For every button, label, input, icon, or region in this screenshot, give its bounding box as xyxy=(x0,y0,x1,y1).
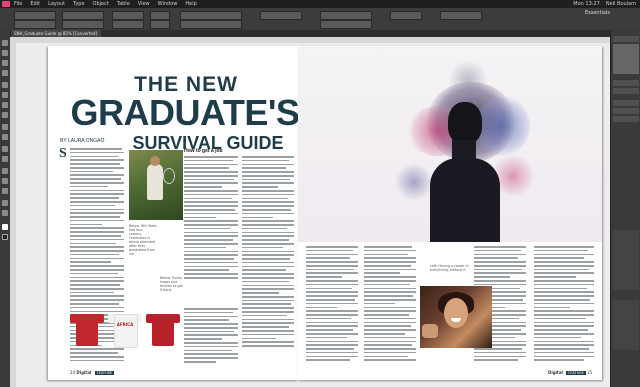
figure-body-shape xyxy=(430,158,500,242)
menu-status: Mon 13:27 Neil Boulam xyxy=(573,0,640,8)
photo-caption-2: Below: Trains, hoops and fashion to get … xyxy=(160,276,183,292)
page-number-left: 24 xyxy=(70,370,76,375)
racket-shape xyxy=(163,168,175,184)
line-tool-icon[interactable] xyxy=(2,92,8,98)
links-panel-tab[interactable] xyxy=(613,88,639,94)
pages-panel-tab[interactable] xyxy=(613,36,639,42)
control-bar: Essentials xyxy=(0,8,640,31)
width-field[interactable] xyxy=(62,11,104,20)
document-tab-bar: SNH_Graduate Guide @ 85% [Converted] xyxy=(10,30,610,37)
photo-caption-3: Left: Having a career in everything, wit… xyxy=(430,264,469,272)
height-field[interactable] xyxy=(62,20,104,29)
user-name[interactable]: Neil Boulam xyxy=(606,0,636,8)
pen-tool-icon[interactable] xyxy=(2,102,8,108)
menu-window[interactable]: Window xyxy=(158,0,178,8)
text-wrap-button[interactable] xyxy=(440,11,482,20)
gap-tool-icon[interactable] xyxy=(2,70,8,76)
menu-object[interactable]: Object xyxy=(93,0,109,8)
magazine-name-right: Digital xyxy=(548,370,563,375)
byline: BY LAURA ONGAO xyxy=(60,138,105,144)
rotate-field[interactable] xyxy=(150,11,170,20)
rectangle-frame-tool-icon[interactable] xyxy=(2,124,8,130)
frame-fitting-button[interactable] xyxy=(390,11,422,20)
menu-help[interactable]: Help xyxy=(185,0,196,8)
selection-tool-icon[interactable] xyxy=(2,40,8,46)
paragraph-styles-panel[interactable] xyxy=(613,230,639,290)
indesign-app-icon[interactable] xyxy=(2,1,10,7)
section-subhead: How to get a job xyxy=(184,148,223,154)
note-tool-icon[interactable] xyxy=(2,178,8,184)
hand-tool-icon[interactable] xyxy=(2,200,8,206)
type-tool-icon[interactable] xyxy=(2,82,8,88)
document-tab[interactable]: SNH_Graduate Guide @ 85% [Converted] xyxy=(10,30,101,37)
tshirt-photo-2[interactable]: AFRICA xyxy=(108,308,142,348)
page-number-right: 25 xyxy=(587,370,593,375)
color-panel-tab[interactable] xyxy=(613,116,639,122)
player-figure xyxy=(147,164,163,200)
body-text-column-3 xyxy=(242,156,294,356)
menu-table[interactable]: Table xyxy=(117,0,130,8)
pencil-tool-icon[interactable] xyxy=(2,112,8,118)
direct-selection-tool-icon[interactable] xyxy=(2,50,8,56)
page-left[interactable]: THE NEW GRADUATE'S SURVIVAL GUIDE BY LAU… xyxy=(48,46,300,380)
stroke-color-icon[interactable] xyxy=(2,234,8,240)
right-body-column-1 xyxy=(306,246,358,370)
tshirt-2-text: AFRICA xyxy=(116,322,134,327)
body-text-column-2b xyxy=(184,308,238,366)
y-field[interactable] xyxy=(14,20,56,29)
layers-panel-tab[interactable] xyxy=(613,80,639,86)
right-body-column-2 xyxy=(364,246,416,370)
shear-field[interactable] xyxy=(150,20,170,29)
pages-panel[interactable] xyxy=(613,44,639,74)
menu-layout[interactable]: Layout xyxy=(48,0,65,8)
opacity-field[interactable] xyxy=(320,11,372,20)
page-right[interactable]: Left: Having a career in everything, wit… xyxy=(298,46,602,380)
section-badge-left: FEATURE xyxy=(94,371,115,375)
x-field[interactable] xyxy=(14,11,56,20)
tshirt-photo-1[interactable] xyxy=(70,308,104,348)
zoom-tool-icon[interactable] xyxy=(2,210,8,216)
scissors-tool-icon[interactable] xyxy=(2,146,8,152)
gradient-tool-icon[interactable] xyxy=(2,168,8,174)
tennis-player-photo[interactable] xyxy=(129,150,183,220)
swatches-panel-tab[interactable] xyxy=(613,108,639,114)
page-tool-icon[interactable] xyxy=(2,60,8,66)
clock-text: Mon 13:27 xyxy=(573,1,600,7)
folio-right: Digital FEATURE 25 xyxy=(548,370,592,375)
stroke-panel-tab[interactable] xyxy=(613,100,639,106)
fill-color-icon[interactable] xyxy=(2,224,8,230)
menu-bar: File Edit Layout Type Object Table View … xyxy=(0,0,640,8)
paint-splash-portrait[interactable] xyxy=(298,46,602,242)
stroke-weight-field[interactable] xyxy=(260,11,302,20)
section-badge-right: FEATURE xyxy=(566,371,586,375)
menu-edit[interactable]: Edit xyxy=(30,0,40,8)
hand-shape xyxy=(422,324,438,338)
right-body-column-4 xyxy=(534,246,594,370)
face-shape xyxy=(444,298,468,328)
tshirt-photo-3[interactable] xyxy=(146,308,180,348)
eyedropper-tool-icon[interactable] xyxy=(2,188,8,194)
character-styles-panel[interactable] xyxy=(613,300,639,350)
figure-head-shape xyxy=(448,102,482,144)
rectangle-tool-icon[interactable] xyxy=(2,134,8,140)
scale-y-field[interactable] xyxy=(112,20,144,29)
drop-cap: S xyxy=(59,146,67,161)
smiling-woman-photo[interactable] xyxy=(420,286,492,348)
panels-dock xyxy=(610,30,640,387)
free-transform-tool-icon[interactable] xyxy=(2,156,8,162)
menu-view[interactable]: View xyxy=(138,0,150,8)
body-text-column-2 xyxy=(184,156,238,284)
main-headline: GRADUATE'S xyxy=(70,92,300,133)
magazine-name-left: Digital xyxy=(76,370,92,375)
stroke-swatch[interactable] xyxy=(180,20,242,29)
photo-caption-1: Below: Will Yeats had four careers. Grad… xyxy=(129,224,157,256)
fill-swatch[interactable] xyxy=(180,11,242,20)
scale-x-field[interactable] xyxy=(112,11,144,20)
workspace-switcher[interactable]: Essentials xyxy=(585,10,610,16)
player-head xyxy=(150,156,160,166)
menu-type[interactable]: Type xyxy=(73,0,84,8)
menu-file[interactable]: File xyxy=(14,0,22,8)
effects-field[interactable] xyxy=(320,20,372,29)
folio-left: 24 Digital FEATURE xyxy=(70,370,115,375)
